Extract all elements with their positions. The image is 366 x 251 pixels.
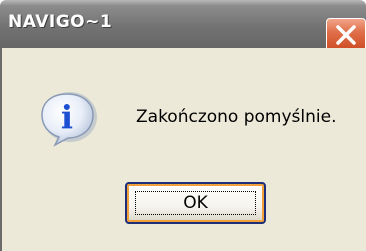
focus-rectangle	[135, 191, 256, 215]
dialog-body: i Zakończono pomyślnie. OK	[0, 48, 366, 251]
title-bar[interactable]: NAVIGO~1	[0, 0, 366, 52]
close-icon	[336, 25, 356, 45]
information-icon: i	[41, 92, 97, 147]
info-glyph: i	[61, 98, 73, 136]
message-dialog: NAVIGO~1 i Zakończono pomyślnie. OK	[0, 0, 366, 251]
dialog-message: Zakończono pomyślnie.	[136, 107, 337, 127]
window-title: NAVIGO~1	[8, 12, 113, 32]
ok-button[interactable]: OK	[125, 182, 266, 224]
close-button[interactable]	[326, 18, 366, 52]
